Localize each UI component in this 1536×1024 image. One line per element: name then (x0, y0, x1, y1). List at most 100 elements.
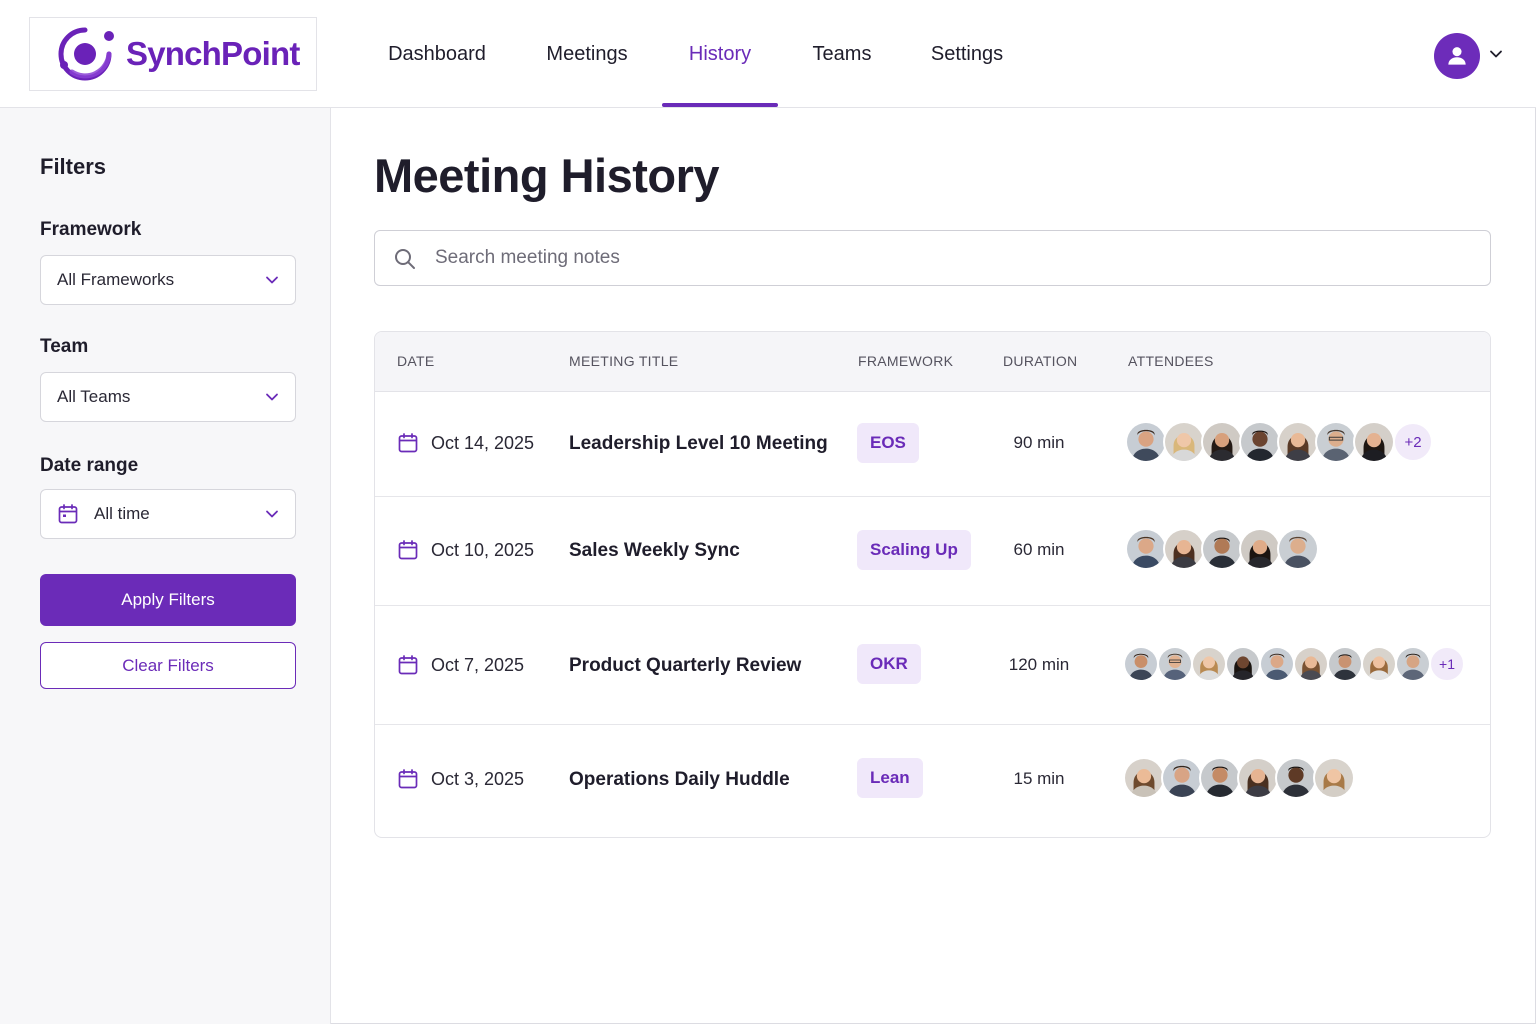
date-text: Oct 3, 2025 (431, 768, 525, 789)
avatar (1201, 528, 1243, 570)
table-row[interactable]: Oct 3, 2025 Operations Daily Huddle Lean… (375, 725, 1490, 837)
table-header: DATE MEETING TITLE FRAMEWORK DURATION AT… (375, 332, 1490, 392)
nav-settings[interactable]: Settings (918, 0, 1016, 108)
avatar (1277, 421, 1319, 463)
avatar (1315, 421, 1357, 463)
search-bar[interactable] (374, 230, 1491, 286)
date-text: Oct 7, 2025 (431, 654, 525, 675)
meeting-title[interactable]: Leadership Level 10 Meeting (569, 433, 828, 455)
table-row[interactable]: Oct 7, 2025 Product Quarterly Review OKR… (375, 606, 1490, 725)
avatar (1191, 646, 1227, 682)
logo-text: SynchPoint (126, 35, 300, 72)
calendar-icon (398, 433, 418, 453)
logo-icon (58, 27, 114, 81)
avatar (1259, 646, 1295, 682)
avatar (1239, 421, 1281, 463)
framework-badge: EOS (857, 423, 919, 463)
date-range-select-value: All time (94, 504, 150, 523)
avatar (1225, 646, 1261, 682)
avatar (1201, 421, 1243, 463)
attendee-list[interactable] (1123, 757, 1355, 799)
avatar (1361, 646, 1397, 682)
meeting-title[interactable]: Operations Daily Huddle (569, 769, 790, 791)
user-icon (1448, 47, 1466, 65)
avatar (1327, 646, 1363, 682)
search-icon (395, 249, 415, 269)
date-range-label: Date range (40, 455, 139, 476)
logo[interactable]: SynchPoint (29, 17, 317, 91)
avatar (1163, 421, 1205, 463)
framework-badge: OKR (857, 644, 921, 684)
avatar (1161, 757, 1203, 799)
avatar (1277, 528, 1319, 570)
user-menu-avatar[interactable] (1434, 33, 1480, 79)
column-header-framework[interactable]: FRAMEWORK (858, 353, 953, 369)
chevron-down-icon (266, 276, 278, 284)
date-text: Oct 10, 2025 (431, 539, 535, 560)
clear-filters-button[interactable]: Clear Filters (40, 642, 296, 689)
meeting-date: Oct 3, 2025 (397, 768, 524, 790)
meeting-date: Oct 10, 2025 (397, 539, 534, 561)
avatar (1125, 421, 1167, 463)
avatar (1157, 646, 1193, 682)
chevron-down-icon (266, 393, 278, 401)
avatar (1293, 646, 1329, 682)
table-row[interactable]: Oct 10, 2025 Sales Weekly Sync Scaling U… (375, 497, 1490, 606)
meeting-title[interactable]: Sales Weekly Sync (569, 540, 740, 562)
avatar (1275, 757, 1317, 799)
date-range-select[interactable]: All time (40, 489, 296, 539)
chevron-down-icon[interactable] (1488, 46, 1504, 62)
search-input[interactable] (435, 247, 1435, 269)
more-attendees-badge[interactable]: +1 (1429, 646, 1465, 682)
calendar-icon (398, 769, 418, 789)
avatar (1353, 421, 1395, 463)
framework-select[interactable]: All Frameworks (40, 255, 296, 305)
filters-sidebar: Filters Framework All Frameworks Team Al… (0, 108, 331, 1024)
column-header-date[interactable]: DATE (397, 353, 435, 369)
duration: 15 min (1013, 769, 1065, 788)
calendar-icon (398, 540, 418, 560)
duration: 60 min (1013, 540, 1065, 559)
nav-dashboard[interactable]: Dashboard (377, 0, 497, 108)
attendee-list[interactable] (1125, 528, 1319, 570)
nav-history[interactable]: History (662, 0, 778, 108)
meeting-title[interactable]: Product Quarterly Review (569, 655, 801, 677)
apply-filters-button[interactable]: Apply Filters (40, 574, 296, 626)
avatar (1163, 528, 1205, 570)
column-header-title[interactable]: MEETING TITLE (569, 353, 678, 369)
avatar (1125, 528, 1167, 570)
avatar (1123, 757, 1165, 799)
avatar (1313, 757, 1355, 799)
framework-badge: Lean (857, 758, 923, 798)
framework-label: Framework (40, 219, 142, 240)
avatar (1123, 646, 1159, 682)
team-select-value: All Teams (57, 387, 131, 406)
nav-teams[interactable]: Teams (800, 0, 884, 108)
table-row[interactable]: Oct 14, 2025 Leadership Level 10 Meeting… (375, 392, 1490, 497)
avatar (1237, 757, 1279, 799)
page-title: Meeting History (374, 149, 720, 202)
date-text: Oct 14, 2025 (431, 432, 535, 453)
chevron-down-icon (266, 510, 278, 518)
team-label: Team (40, 336, 89, 357)
calendar-icon (398, 655, 418, 675)
column-header-attendees[interactable]: ATTENDEES (1128, 353, 1214, 369)
team-select[interactable]: All Teams (40, 372, 296, 422)
meeting-history-table: DATE MEETING TITLE FRAMEWORK DURATION AT… (374, 331, 1491, 838)
meeting-date: Oct 7, 2025 (397, 654, 524, 676)
active-tab-indicator (662, 103, 778, 107)
calendar-icon (58, 504, 78, 524)
avatar (1199, 757, 1241, 799)
framework-badge: Scaling Up (857, 530, 971, 570)
column-header-duration[interactable]: DURATION (1003, 353, 1077, 369)
duration: 120 min (1008, 655, 1070, 674)
attendee-list[interactable]: +2 (1125, 421, 1433, 463)
framework-select-value: All Frameworks (57, 270, 175, 289)
avatar (1239, 528, 1281, 570)
filters-title: Filters (40, 154, 107, 179)
avatar (1395, 646, 1431, 682)
attendee-list[interactable]: +1 (1123, 646, 1465, 682)
more-attendees-badge[interactable]: +2 (1393, 422, 1433, 462)
nav-meetings[interactable]: Meetings (532, 0, 642, 108)
duration: 90 min (1013, 433, 1065, 452)
